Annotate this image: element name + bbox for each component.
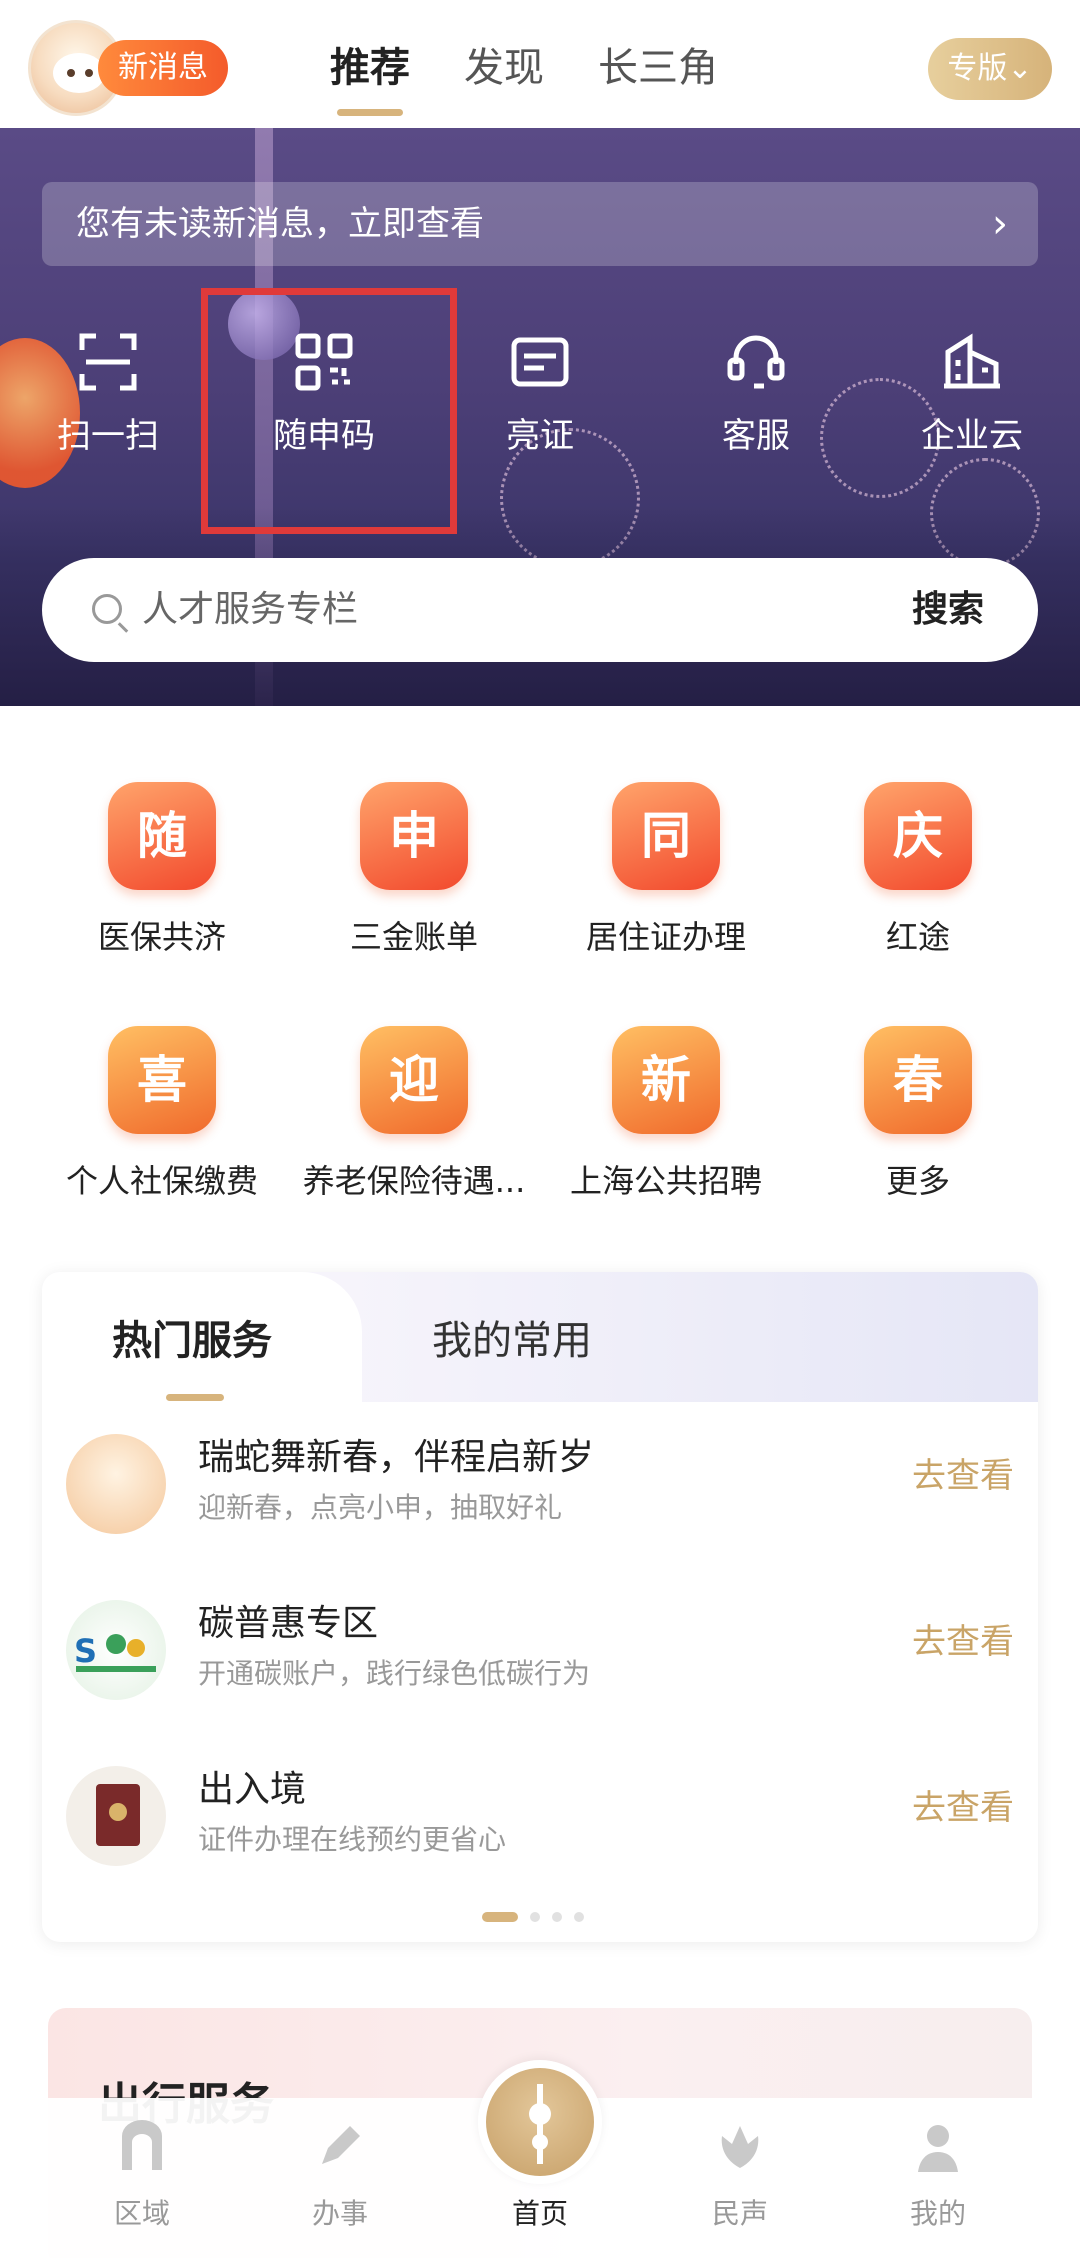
service-residence-permit[interactable]: 同 居住证办理 <box>541 782 791 958</box>
top-bar: 新消息 推荐 发现 长三角 专版⌄ <box>0 0 1080 128</box>
new-message-badge[interactable]: 新消息 <box>98 40 228 96</box>
scan-icon <box>76 330 140 394</box>
tab-hot-services[interactable]: 热门服务 <box>112 1308 272 1366</box>
service-medical-insurance[interactable]: 随 医保共济 <box>37 782 287 958</box>
customer-service-icon <box>724 330 788 394</box>
search-button[interactable]: 搜索 <box>912 558 984 662</box>
customer-service-button[interactable]: 客服 <box>666 330 846 457</box>
enterprise-cloud-button[interactable]: 企业云 <box>882 330 1062 457</box>
xin-badge-icon: 新 <box>612 1026 720 1134</box>
tab-discover[interactable]: 发现 <box>464 38 544 98</box>
hero-actions: 扫一扫 随申码 亮证 客服 企业云 <box>0 330 1080 480</box>
hot-services-card: 热门服务 我的常用 瑞蛇舞新春，伴程启新岁 迎新春，点亮小申，抽取好礼 去查看 … <box>42 1272 1038 1942</box>
search-icon <box>92 594 122 624</box>
nav-public-voice[interactable]: 民声 <box>670 2118 810 2232</box>
tab-my-frequent[interactable]: 我的常用 <box>432 1308 592 1366</box>
list-item[interactable]: S 碳普惠专区 开通碳账户，践行绿色低碳行为 去查看 <box>42 1584 1038 1724</box>
hands-icon <box>712 2118 768 2174</box>
service-social-insurance-payment[interactable]: 喜 个人社保缴费 <box>37 1026 287 1202</box>
list-item[interactable]: 出入境 证件办理在线预约更省心 去查看 <box>42 1750 1038 1890</box>
top-tabs: 推荐 发现 长三角 <box>330 38 718 98</box>
passport-icon <box>66 1766 166 1866</box>
service-red-route[interactable]: 庆 红途 <box>793 782 1043 958</box>
arch-icon <box>114 2118 170 2174</box>
notice-text: 您有未读新消息，立即查看 <box>76 204 484 244</box>
xi-badge-icon: 喜 <box>108 1026 216 1134</box>
search-bar[interactable]: 人才服务专栏 搜索 <box>42 558 1038 662</box>
view-button[interactable]: 去查看 <box>912 1614 1014 1663</box>
nav-region[interactable]: 区域 <box>72 2118 212 2232</box>
unread-notice-bar[interactable]: 您有未读新消息，立即查看 › <box>42 182 1038 266</box>
tab-yangtze-delta[interactable]: 长三角 <box>598 38 718 98</box>
service-more[interactable]: 春 更多 <box>793 1026 1043 1202</box>
view-button[interactable]: 去查看 <box>912 1780 1014 1829</box>
view-button[interactable]: 去查看 <box>912 1448 1014 1497</box>
id-card-icon <box>508 330 572 394</box>
nav-home-label: 首页 <box>511 2197 568 2230</box>
pen-icon <box>312 2118 368 2174</box>
service-three-funds-bill[interactable]: 申 三金账单 <box>289 782 539 958</box>
qing-badge-icon: 庆 <box>864 782 972 890</box>
service-pension-benefits[interactable]: 迎 养老保险待遇... <box>289 1026 539 1202</box>
app-screen: 新消息 推荐 发现 长三角 专版⌄ ~~2~ 您有未读新消息，立即查看 › <box>0 0 1080 2258</box>
list-item[interactable]: 瑞蛇舞新春，伴程启新岁 迎新春，点亮小申，抽取好礼 去查看 <box>42 1418 1038 1558</box>
chevron-right-icon: › <box>992 201 1008 247</box>
carbon-logo-icon: S <box>66 1600 166 1700</box>
ying-badge-icon: 迎 <box>360 1026 468 1134</box>
person-icon <box>910 2118 966 2174</box>
tab-recommend[interactable]: 推荐 <box>330 38 410 98</box>
mascot-icon <box>66 1434 166 1534</box>
edition-button[interactable]: 专版⌄ <box>928 38 1052 100</box>
tower-icon <box>529 2084 551 2164</box>
tab-underline <box>166 1394 224 1401</box>
svg-text:S: S <box>74 1632 97 1670</box>
chun-badge-icon: 春 <box>864 1026 972 1134</box>
pagination-dots <box>482 1912 584 1922</box>
nav-affairs[interactable]: 办事 <box>270 2118 410 2232</box>
scan-button[interactable]: 扫一扫 <box>18 330 198 457</box>
nav-home-button[interactable] <box>478 2060 602 2184</box>
annotation-highlight-box <box>201 288 457 534</box>
sui-badge-icon: 随 <box>108 782 216 890</box>
service-public-recruitment[interactable]: 新 上海公共招聘 <box>541 1026 791 1202</box>
tong-badge-icon: 同 <box>612 782 720 890</box>
search-input[interactable]: 人才服务专栏 <box>142 558 358 662</box>
building-icon <box>940 330 1004 394</box>
shen-badge-icon: 申 <box>360 782 468 890</box>
show-id-button[interactable]: 亮证 <box>450 330 630 457</box>
nav-mine[interactable]: 我的 <box>868 2118 1008 2232</box>
